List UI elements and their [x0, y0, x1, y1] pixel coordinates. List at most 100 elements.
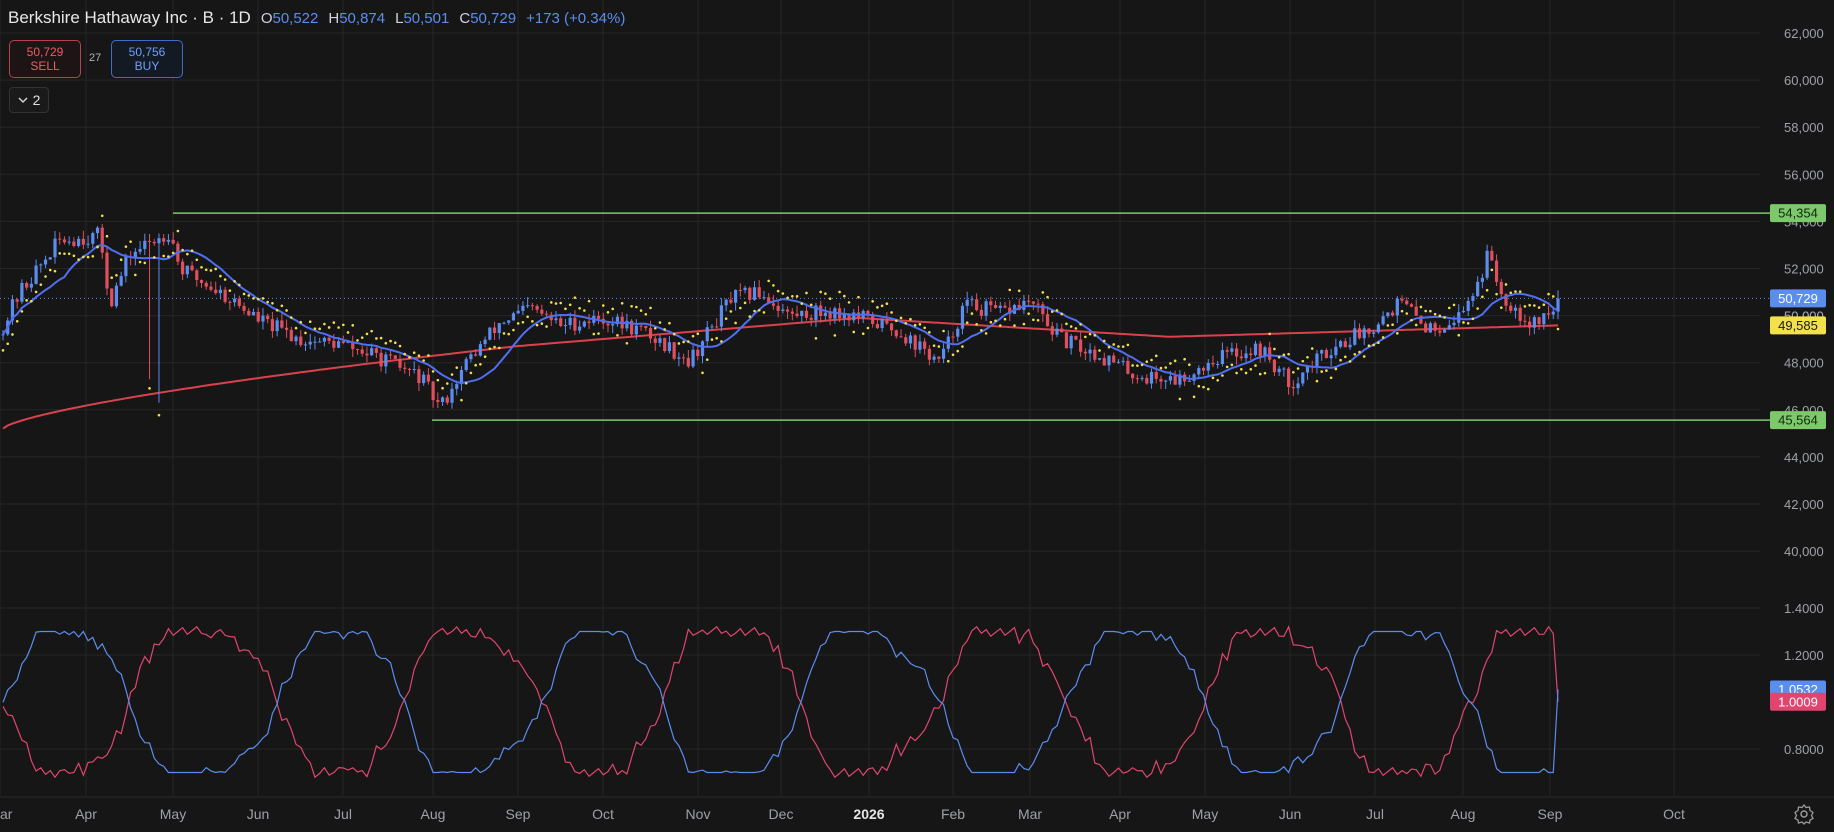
- candle-body: [975, 299, 979, 310]
- time-tick-label: ar: [0, 806, 13, 822]
- oscillator-tick-label: 1.2000: [1784, 648, 1824, 663]
- sar-dot: [1117, 345, 1120, 348]
- sar-dot: [308, 320, 312, 324]
- candle-body: [1239, 356, 1243, 359]
- sar-dot: [1169, 362, 1172, 365]
- sar-dot: [502, 332, 506, 335]
- candle-body: [53, 238, 57, 258]
- candle-body: [951, 336, 955, 338]
- price-tick-label: 58,000: [1784, 120, 1824, 135]
- sar-dot: [11, 333, 14, 336]
- candle-body: [483, 339, 487, 345]
- candle-body: [251, 311, 256, 316]
- symbol-title[interactable]: Berkshire Hathaway Inc · B · 1D: [8, 8, 251, 28]
- candle-body: [48, 257, 52, 260]
- candle-body: [762, 297, 766, 299]
- candle-body: [1244, 353, 1248, 359]
- candle-body: [781, 309, 785, 311]
- candle-body: [450, 388, 454, 403]
- candle-body: [100, 227, 104, 253]
- candle-body: [1442, 329, 1447, 333]
- sar-dot: [247, 294, 251, 297]
- sar-dot: [242, 292, 246, 296]
- candle-body: [653, 338, 657, 343]
- price-chart[interactable]: 62,00060,00058,00056,00054,00052,00050,0…: [0, 0, 1834, 832]
- sar-dot: [1301, 359, 1305, 363]
- sar-dot: [776, 289, 780, 293]
- sar-dot: [1244, 371, 1248, 375]
- sar-dot: [800, 302, 804, 305]
- sar-dot: [171, 251, 175, 255]
- sell-button[interactable]: 50,729 SELL: [9, 40, 81, 78]
- sar-dot: [1065, 322, 1068, 326]
- sar-dot: [190, 249, 194, 253]
- candle-body: [1211, 363, 1215, 365]
- candle-body: [1471, 296, 1475, 301]
- sar-dot: [549, 301, 553, 304]
- candle-body: [1230, 348, 1234, 352]
- candle-body: [256, 311, 260, 322]
- sar-dot: [625, 341, 629, 345]
- candle-body: [1400, 298, 1404, 301]
- sar-dot: [356, 339, 359, 342]
- candle-body: [105, 252, 109, 289]
- candle-body: [143, 240, 147, 249]
- time-tick-label: Apr: [75, 806, 97, 822]
- sar-dot: [497, 346, 501, 350]
- settings-gear-icon[interactable]: [1793, 803, 1815, 825]
- candle-body: [1532, 317, 1536, 328]
- sar-dot: [1348, 360, 1352, 363]
- sar-dot: [271, 301, 274, 305]
- sar-dot: [1499, 306, 1503, 309]
- candle-body: [1003, 305, 1007, 308]
- candle-body: [1551, 311, 1555, 315]
- sar-dot: [1, 349, 5, 352]
- sar-dot: [431, 370, 435, 373]
- sar-dot: [951, 353, 955, 357]
- candle-body: [497, 323, 501, 333]
- sar-dot: [691, 334, 695, 338]
- time-axis: ar Apr May Jun Jul Aug Sep Oct Nov Dec 2026 Feb Mar A…: [0, 806, 1685, 822]
- candle-body: [1197, 368, 1201, 375]
- candle-body: [1343, 341, 1347, 348]
- candle-body: [554, 318, 558, 321]
- sar-dot: [696, 332, 700, 336]
- candle-body: [1079, 339, 1083, 352]
- candle-body: [937, 356, 941, 359]
- sar-dot: [323, 322, 326, 326]
- sar-dot: [890, 311, 893, 314]
- sar-dot: [1528, 303, 1531, 307]
- candle-body: [280, 320, 284, 328]
- sar-dot: [30, 299, 33, 303]
- sar-dot: [1410, 318, 1413, 322]
- candle-body: [582, 321, 586, 327]
- sar-dot: [129, 240, 132, 243]
- sar-dot: [200, 265, 203, 269]
- candle-body: [242, 305, 246, 311]
- candle-body: [984, 301, 988, 316]
- candle-body: [308, 341, 312, 345]
- candle-body: [303, 344, 308, 346]
- sar-dot: [44, 275, 47, 278]
- sar-dot: [275, 308, 279, 312]
- indicators-toggle-button[interactable]: 2: [9, 87, 49, 113]
- candle-body: [1149, 371, 1154, 384]
- sar-dot: [280, 304, 284, 308]
- candle-body: [114, 285, 119, 307]
- time-tick-label: Jun: [247, 806, 270, 822]
- sar-dot: [871, 300, 874, 303]
- candle-body: [67, 241, 71, 243]
- sar-dot: [729, 310, 733, 313]
- sar-dot: [1372, 343, 1375, 347]
- candle-body: [284, 327, 289, 330]
- sar-dot: [25, 299, 28, 302]
- sar-dot: [1405, 312, 1409, 315]
- sar-dot: [668, 321, 671, 325]
- sar-dot: [493, 345, 496, 349]
- candle-body: [398, 358, 402, 368]
- buy-button[interactable]: 50,756 BUY: [111, 40, 183, 78]
- sar-dot: [483, 355, 487, 358]
- sar-dot: [1377, 341, 1380, 345]
- candle-body: [1140, 377, 1144, 380]
- sar-dot: [1230, 363, 1234, 367]
